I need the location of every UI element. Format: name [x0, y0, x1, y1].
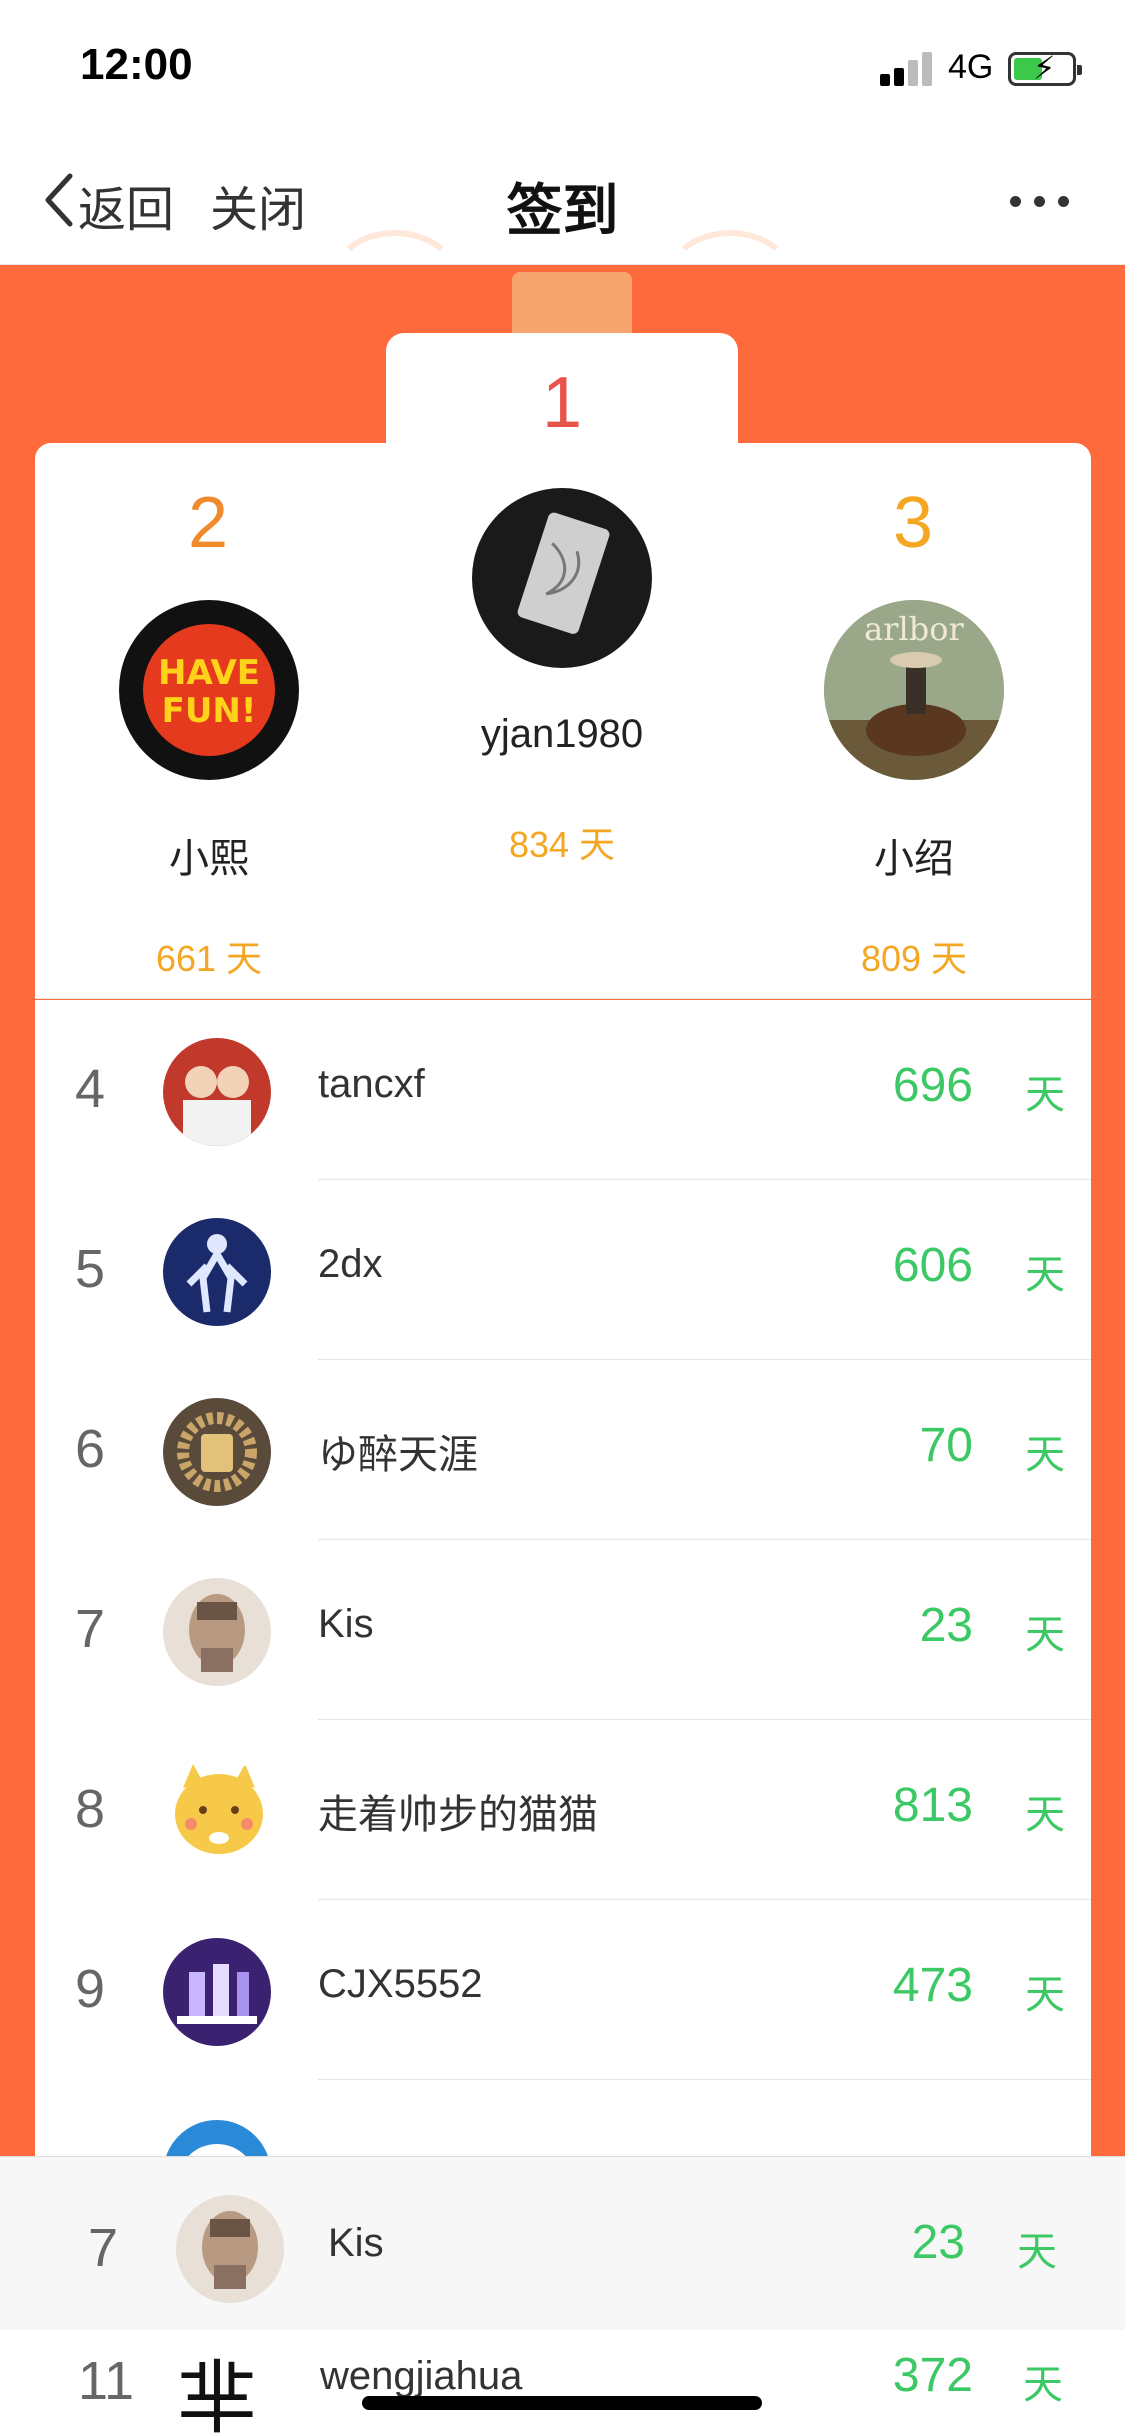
days-count: 606: [892, 1239, 973, 1292]
days-unit: 天: [1025, 1613, 1065, 1657]
list-item[interactable]: 8 走着帅步的猫猫 813 天: [35, 1720, 1091, 1900]
third-place-days: 809 天: [860, 938, 968, 979]
first-place-name: yjan1980: [480, 712, 644, 756]
ranking-list: 4 tancxf 696 天 5 2dx 606 天 6 ゆ醉天涯 70 天 7…: [35, 1000, 1091, 2280]
user-name: Kis: [318, 1602, 374, 1646]
page-title: 签到: [506, 179, 619, 242]
second-place-name: 小熙: [169, 837, 249, 881]
days-unit: 天: [1025, 1073, 1065, 1117]
row-rank: 6: [75, 1419, 106, 1479]
my-days-unit: 天: [1017, 2230, 1057, 2274]
my-name: Kis: [328, 2221, 384, 2265]
days-unit: 天: [1025, 1793, 1065, 1837]
row-rank: 7: [75, 1599, 106, 1659]
days-count: 813: [892, 1779, 973, 1832]
user-name: 2dx: [318, 1242, 383, 1286]
user-avatar[interactable]: [163, 1578, 271, 1686]
second-place-days: 661 天: [155, 938, 263, 979]
sign-in-ranking-page: 12:00 4G ⚡ 返回 关闭 签到 1 yjan1980 834 天 2 H…: [0, 0, 1125, 2436]
list-item[interactable]: 9 CJX5552 473 天: [35, 1900, 1091, 2080]
signal-icon: [880, 52, 934, 86]
row-rank: 4: [75, 1059, 106, 1119]
list-item[interactable]: 11 芈 wengjiahua 372 天: [0, 2330, 1125, 2436]
second-place-avatar[interactable]: HAVE FUN!: [119, 600, 299, 780]
list-item[interactable]: 7 Kis 23 天: [35, 1540, 1091, 1720]
list-item[interactable]: 5 2dx 606 天: [35, 1180, 1091, 1360]
days-unit: 天: [1025, 1433, 1065, 1477]
user-name: tancxf: [318, 1062, 425, 1106]
status-bar: 12:00 4G ⚡: [0, 0, 1125, 140]
home-indicator[interactable]: [362, 2396, 762, 2410]
row-rank: 8: [75, 1779, 106, 1839]
status-time: 12:00: [80, 40, 193, 89]
user-avatar[interactable]: [163, 1398, 271, 1506]
list-item[interactable]: 6 ゆ醉天涯 70 天: [35, 1360, 1091, 1540]
days-count: 70: [919, 1419, 973, 1472]
days-count: 372: [892, 2349, 973, 2402]
first-place-rank: 1: [541, 363, 583, 443]
first-place-days: 834 天: [508, 824, 616, 865]
row-rank: 9: [75, 1959, 106, 2019]
user-avatar[interactable]: [163, 1038, 271, 1146]
days-unit: 天: [1025, 1253, 1065, 1297]
my-days-count: 23: [911, 2216, 965, 2269]
days-unit: 天: [1023, 2363, 1063, 2407]
my-rank: 7: [88, 2218, 119, 2278]
first-place-avatar[interactable]: [472, 488, 652, 668]
list-item[interactable]: 4 tancxf 696 天: [35, 1000, 1091, 1180]
user-name: 走着帅步的猫猫: [318, 1793, 598, 1837]
battery-icon: ⚡: [1008, 50, 1082, 86]
navigation-bar: 返回 关闭 签到: [0, 140, 1125, 265]
laurel-left-icon: [330, 230, 460, 330]
second-place-rank: 2: [187, 483, 229, 563]
my-rank-bar[interactable]: 7 Kis 23 天: [0, 2156, 1125, 2336]
days-unit: 天: [1025, 1973, 1065, 2017]
user-avatar[interactable]: [163, 1218, 271, 1326]
third-place-name: 小绍: [874, 837, 954, 881]
svg-text:arlbor: arlbor: [864, 610, 964, 648]
svg-text:HAVE: HAVE: [158, 653, 260, 693]
user-avatar[interactable]: 芈: [163, 2338, 271, 2436]
third-place-rank: 3: [892, 483, 934, 563]
user-name: ゆ醉天涯: [318, 1433, 478, 1477]
row-rank: 5: [75, 1239, 106, 1299]
user-name: CJX5552: [318, 1962, 483, 2006]
laurel-right-icon: [665, 230, 795, 330]
third-place-avatar[interactable]: arlbor: [824, 600, 1004, 780]
user-name: wengjiahua: [320, 2354, 523, 2398]
days-count: 473: [892, 1959, 973, 2012]
svg-text:FUN!: FUN!: [162, 691, 257, 731]
row-rank: 11: [78, 2351, 135, 2411]
network-type: 4G: [948, 48, 994, 86]
more-options-icon[interactable]: [1010, 196, 1070, 210]
user-avatar[interactable]: [163, 1758, 271, 1866]
days-count: 23: [919, 1599, 973, 1652]
svg-text:芈: 芈: [177, 2352, 257, 2436]
my-avatar[interactable]: [176, 2195, 284, 2303]
user-avatar[interactable]: [163, 1938, 271, 2046]
days-count: 696: [892, 1059, 973, 1112]
